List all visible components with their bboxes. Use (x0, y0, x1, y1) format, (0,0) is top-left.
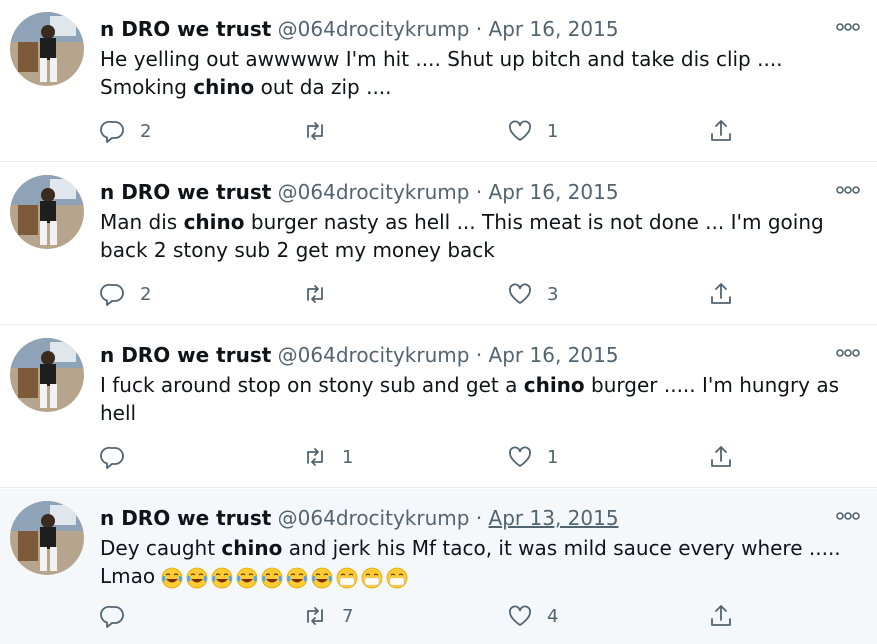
face-with-medical-mask-icon (387, 567, 408, 588)
tweet[interactable]: n DRO we trust @064drocitykrump · Apr 13… (0, 489, 877, 644)
face-with-tears-of-joy-icon (237, 567, 258, 588)
heart-icon (509, 605, 531, 626)
face-with-tears-of-joy-icon (162, 567, 183, 588)
like-button[interactable]: 1 (507, 442, 558, 472)
like-button[interactable]: 3 (507, 279, 558, 309)
tweet-date[interactable]: Apr 16, 2015 (489, 343, 619, 367)
search-highlight: chino (183, 210, 245, 234)
separator: · (475, 506, 483, 530)
display-name[interactable]: n DRO we trust (100, 17, 271, 41)
face-with-medical-mask-icon (337, 567, 358, 588)
tweet-date[interactable]: Apr 13, 2015 (489, 506, 619, 530)
retweet-icon (307, 122, 323, 140)
reply-count: 2 (140, 283, 152, 305)
heart-icon (509, 446, 531, 467)
user-handle[interactable]: @064drocitykrump (278, 17, 470, 41)
separator: · (475, 17, 483, 41)
heart-icon (509, 283, 531, 304)
retweet-icon (307, 448, 323, 466)
reply-icon (100, 605, 124, 628)
retweet-icon (307, 607, 323, 625)
retweet-count: 1 (342, 446, 354, 468)
tweet[interactable]: n DRO we trust @064drocitykrump · Apr 16… (0, 326, 877, 488)
tweet-date[interactable]: Apr 16, 2015 (489, 17, 619, 41)
search-highlight: chino (221, 536, 283, 560)
display-name[interactable]: n DRO we trust (100, 180, 271, 204)
search-highlight: chino (523, 373, 585, 397)
face-with-medical-mask-icon (362, 567, 383, 588)
retweet-button[interactable] (302, 116, 342, 146)
reply-icon (100, 283, 124, 306)
tweet[interactable]: n DRO we trust @064drocitykrump · Apr 16… (0, 0, 877, 162)
tweet-header: n DRO we trust @064drocitykrump · Apr 13… (100, 505, 619, 531)
like-count: 1 (547, 120, 559, 142)
reply-icon (100, 120, 124, 143)
tweet-text: I fuck around stop on stony sub and get … (100, 373, 840, 425)
share-button[interactable] (708, 601, 734, 631)
reply-icon (100, 446, 124, 469)
heart-icon (509, 120, 531, 141)
more-options-icon[interactable] (835, 183, 861, 197)
display-name[interactable]: n DRO we trust (100, 343, 271, 367)
more-options-icon[interactable] (835, 346, 861, 360)
face-with-tears-of-joy-icon (312, 567, 333, 588)
tweet-feed: n DRO we trust @064drocitykrump · Apr 16… (0, 0, 877, 644)
share-button[interactable] (708, 279, 734, 309)
tweet-date[interactable]: Apr 16, 2015 (489, 180, 619, 204)
retweet-count: 7 (342, 605, 354, 627)
display-name[interactable]: n DRO we trust (100, 506, 271, 530)
face-with-tears-of-joy-icon (287, 567, 308, 588)
tweet-text: Dey caught chino and jerk his Mf taco, i… (100, 534, 860, 592)
more-options-icon[interactable] (835, 509, 861, 523)
reply-button[interactable] (100, 442, 140, 472)
tweet-header: n DRO we trust @064drocitykrump · Apr 16… (100, 342, 619, 368)
tweet-actions: 2 3 (100, 279, 760, 309)
retweet-button[interactable]: 7 (302, 601, 353, 631)
tweet-actions: 7 4 (100, 601, 760, 631)
avatar[interactable] (10, 175, 84, 249)
share-button[interactable] (708, 442, 734, 472)
tweet-actions: 2 1 (100, 116, 760, 146)
like-button[interactable]: 1 (507, 116, 558, 146)
tweet-text: He yelling out awwwww I'm hit .... Shut … (100, 47, 783, 99)
like-button[interactable]: 4 (507, 601, 558, 631)
retweet-button[interactable]: 1 (302, 442, 353, 472)
user-handle[interactable]: @064drocitykrump (278, 343, 470, 367)
share-button[interactable] (708, 116, 734, 146)
like-count: 1 (547, 446, 559, 468)
share-icon (711, 120, 731, 141)
reply-count: 2 (140, 120, 152, 142)
user-handle[interactable]: @064drocitykrump (278, 506, 470, 530)
like-count: 4 (547, 605, 559, 627)
reply-button[interactable]: 2 (100, 116, 151, 146)
reply-button[interactable]: 2 (100, 279, 151, 309)
retweet-icon (307, 285, 323, 303)
tweet-header: n DRO we trust @064drocitykrump · Apr 16… (100, 179, 619, 205)
tweet-text: Man dis chino burger nasty as hell ... T… (100, 210, 824, 262)
avatar[interactable] (10, 12, 84, 86)
share-icon (711, 283, 731, 304)
more-options-icon[interactable] (835, 20, 861, 34)
face-with-tears-of-joy-icon (212, 567, 233, 588)
separator: · (475, 343, 483, 367)
reply-button[interactable] (100, 601, 140, 631)
share-icon (711, 446, 731, 467)
user-handle[interactable]: @064drocitykrump (278, 180, 470, 204)
face-with-tears-of-joy-icon (187, 567, 208, 588)
emoji-row (161, 564, 411, 592)
avatar[interactable] (10, 338, 84, 412)
separator: · (475, 180, 483, 204)
face-with-tears-of-joy-icon (262, 567, 283, 588)
tweet-header: n DRO we trust @064drocitykrump · Apr 16… (100, 16, 619, 42)
like-count: 3 (547, 283, 559, 305)
tweet-actions: 1 1 (100, 442, 760, 472)
tweet[interactable]: n DRO we trust @064drocitykrump · Apr 16… (0, 163, 877, 325)
share-icon (711, 605, 731, 626)
search-highlight: chino (193, 75, 255, 99)
avatar[interactable] (10, 501, 84, 575)
retweet-button[interactable] (302, 279, 342, 309)
